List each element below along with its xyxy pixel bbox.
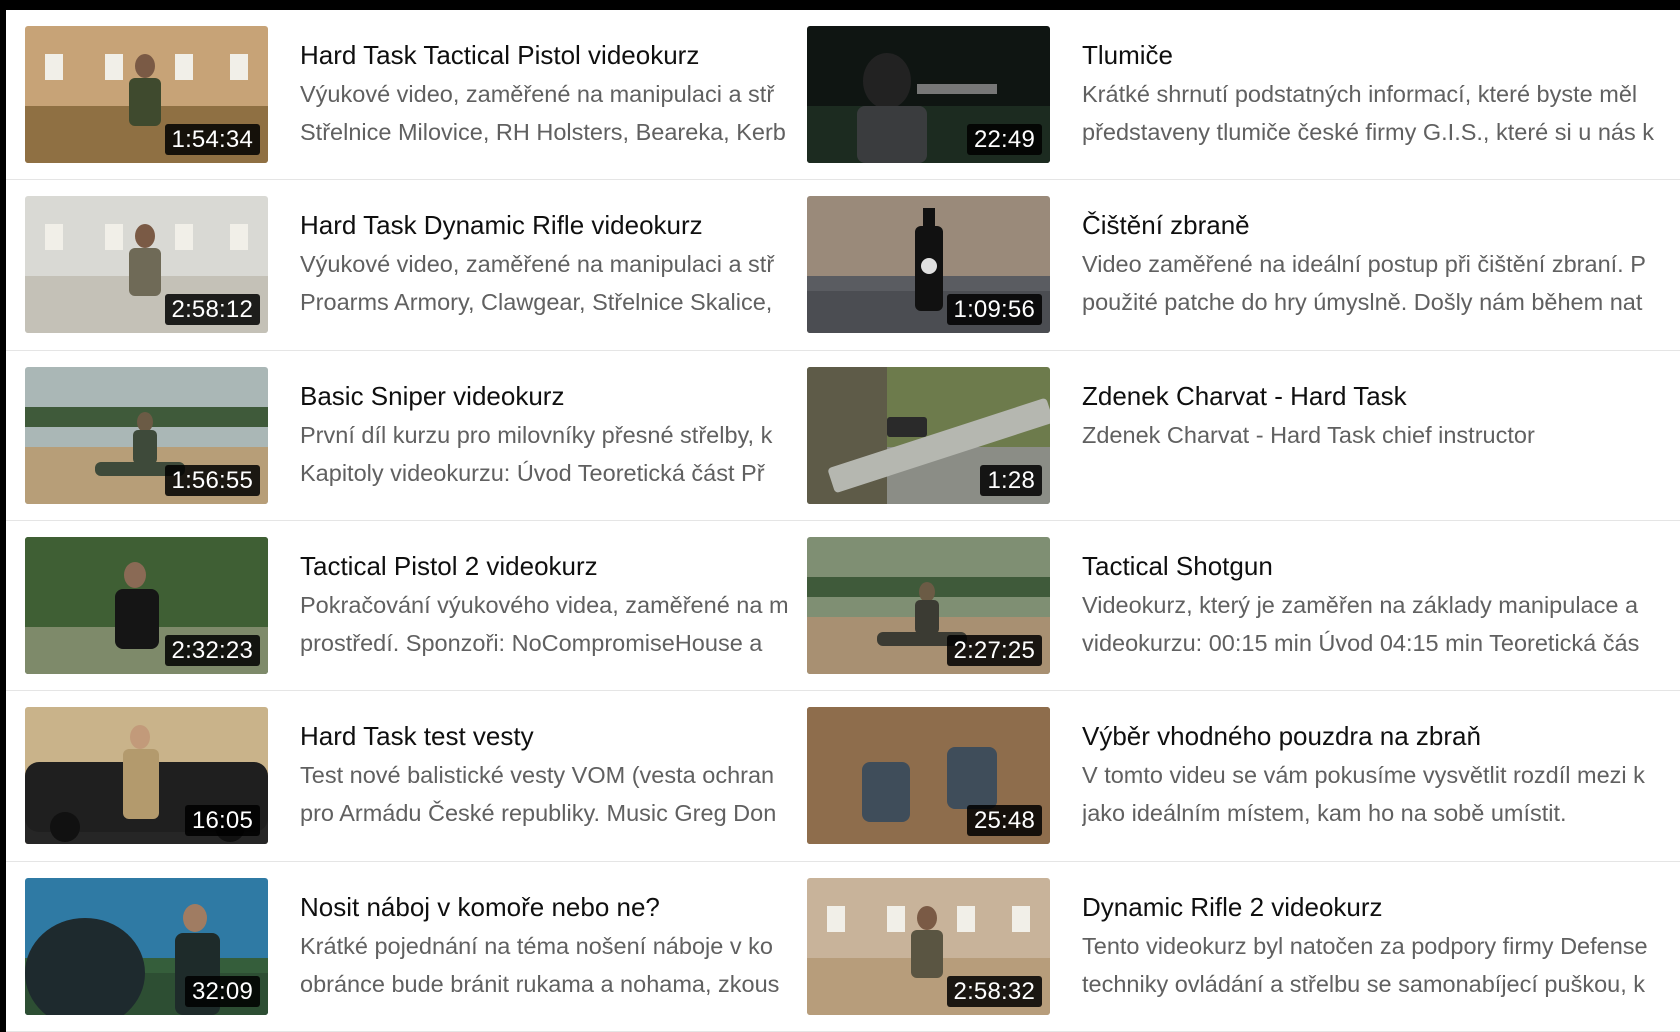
video-item[interactable]: 25:48 Výběr vhodného pouzdra na zbraň V to… [797, 691, 1680, 862]
duration-badge: 2:32:23 [164, 634, 260, 666]
video-description-line-2: obránce bude bránit rukama a nohama, zko… [300, 970, 780, 997]
video-description-line-2: pro Armádu České republiky. Music Greg D… [300, 800, 777, 827]
video-list-page: 1:54:34 Hard Task Tactical Pistol videoku… [6, 10, 1680, 1032]
video-item[interactable]: 22:49 Tlumiče Krátké shrnutí podstatných i… [797, 10, 1680, 181]
video-info: Tactical Shotgun Videokurz, který je zamě… [1082, 549, 1680, 659]
duration-badge: 25:48 [966, 805, 1042, 837]
video-item[interactable]: 2:27:25 Tactical Shotgun Videokurz, který … [797, 521, 1680, 692]
video-thumbnail[interactable]: 1:28 [807, 366, 1050, 504]
duration-badge: 1:09:56 [946, 294, 1042, 326]
duration-badge: 2:27:25 [946, 634, 1042, 666]
video-description-line-1: Krátké shrnutí podstatných informací, kt… [1082, 81, 1638, 107]
video-description-line-2: představeny tlumiče české firmy G.I.S., … [1082, 119, 1655, 145]
video-title[interactable]: Výběr vhodného pouzdra na zbraň [1082, 719, 1680, 753]
video-info: Výběr vhodného pouzdra na zbraň V tomto v… [1082, 719, 1680, 829]
video-info: Čištění zbraně Video zaměřené na ideální … [1082, 208, 1680, 318]
video-thumbnail[interactable]: 1:09:56 [807, 196, 1050, 334]
video-title[interactable]: Nosit náboj v komoře nebo ne? [300, 890, 797, 924]
video-title[interactable]: Hard Task test vesty [300, 719, 797, 753]
video-thumbnail[interactable]: 16:05 [25, 707, 268, 845]
video-description-line-2: Proarms Armory, Clawgear, Střelnice Skal… [300, 289, 773, 316]
video-info: Hard Task test vesty Test nové balistické… [300, 719, 797, 829]
video-info: Basic Sniper videokurz První díl kurzu pr… [300, 379, 797, 489]
video-description-line-2: videokurzu: 00:15 min Úvod 04:15 min Teo… [1082, 629, 1640, 656]
video-thumbnail[interactable]: 32:09 [25, 877, 268, 1015]
video-info: Tactical Pistol 2 videokurz Pokračování v… [300, 549, 797, 659]
video-title[interactable]: Tactical Shotgun [1082, 549, 1680, 583]
video-description-line-1: Výukové video, zaměřené na manipulaci a … [300, 81, 775, 107]
duration-badge: 2:58:12 [164, 294, 260, 326]
video-thumbnail[interactable]: 2:32:23 [25, 536, 268, 674]
video-title[interactable]: Basic Sniper videokurz [300, 379, 797, 413]
video-description-line-2: Střelnice Milovice, RH Holsters, Beareka… [300, 119, 786, 145]
video-info: Dynamic Rifle 2 videokurz Tento videokurz… [1082, 890, 1680, 1000]
video-item[interactable]: 2:58:12 Hard Task Dynamic Rifle videokurz… [6, 180, 797, 351]
video-description-line-1: Videokurz, který je zaměřen na základy m… [1082, 591, 1639, 618]
video-item[interactable]: 1:54:34 Hard Task Tactical Pistol videoku… [6, 10, 797, 181]
video-description-line-1: Krátké pojednání na téma nošení náboje v… [300, 932, 773, 959]
video-item[interactable]: 2:32:23 Tactical Pistol 2 videokurz Pokrač… [6, 521, 797, 692]
video-info: Nosit náboj v komoře nebo ne? Krátké poje… [300, 890, 797, 1000]
video-info: Hard Task Tactical Pistol videokurz Výuko… [300, 38, 797, 148]
duration-badge: 16:05 [184, 805, 260, 837]
video-description-line-2: jako ideálním místem, kam ho na sobě umí… [1082, 800, 1567, 827]
video-item[interactable]: 2:58:32 Dynamic Rifle 2 videokurz Tento vi… [797, 862, 1680, 1032]
video-info: Tlumiče Krátké shrnutí podstatných inform… [1082, 38, 1680, 148]
duration-badge: 1:54:34 [164, 124, 260, 155]
video-item[interactable]: 1:56:55 Basic Sniper videokurz První díl k… [6, 351, 797, 521]
video-title[interactable]: Zdenek Charvat - Hard Task [1082, 379, 1680, 413]
video-thumbnail[interactable]: 2:58:32 [807, 877, 1050, 1015]
video-description-line-1: Pokračování výukového videa, zaměřené na… [300, 591, 789, 618]
video-description-line-1: Tento videokurz byl natočen za podpory f… [1082, 932, 1648, 959]
video-description-line-2: techniky ovládání a střelbu se samonabíj… [1082, 970, 1646, 997]
video-item[interactable]: 1:28 Zdenek Charvat - Hard Task Zdenek Cha… [797, 351, 1680, 521]
video-description-line-2: použité patche do hry úmyslně. Došly nám… [1082, 289, 1643, 316]
duration-badge: 2:58:32 [946, 975, 1042, 1007]
video-description-line-1: Test nové balistické vesty VOM (vesta oc… [300, 762, 775, 789]
video-description-line-2: prostředí. Sponzoři: NoCompromiseHouse a [300, 629, 763, 656]
video-thumbnail[interactable]: 2:58:12 [25, 196, 268, 334]
video-description-line-1: Výukové video, zaměřené na manipulaci a … [300, 251, 775, 278]
video-info: Zdenek Charvat - Hard Task Zdenek Charvat… [1082, 379, 1680, 457]
video-thumbnail[interactable]: 1:56:55 [25, 366, 268, 504]
video-grid: 1:54:34 Hard Task Tactical Pistol videoku… [6, 10, 1680, 1032]
video-description-line-1: První díl kurzu pro milovníky přesné stř… [300, 421, 773, 448]
video-description-line-1: Video zaměřené na ideální postup při čiš… [1082, 251, 1646, 278]
duration-badge: 1:28 [980, 464, 1042, 496]
video-thumbnail[interactable]: 1:54:34 [25, 26, 268, 163]
video-title[interactable]: Čištění zbraně [1082, 208, 1680, 242]
video-item[interactable]: 1:09:56 Čištění zbraně Video zaměřené na i… [797, 180, 1680, 351]
video-thumbnail[interactable]: 22:49 [807, 26, 1050, 163]
video-title[interactable]: Hard Task Tactical Pistol videokurz [300, 38, 797, 72]
video-description-line-1: Zdenek Charvat - Hard Task chief instruc… [1082, 421, 1535, 448]
duration-badge: 32:09 [184, 975, 260, 1007]
video-title[interactable]: Dynamic Rifle 2 videokurz [1082, 890, 1680, 924]
video-info: Hard Task Dynamic Rifle videokurz Výukové… [300, 208, 797, 318]
video-title[interactable]: Tlumiče [1082, 38, 1680, 72]
duration-badge: 22:49 [966, 124, 1042, 155]
video-title[interactable]: Hard Task Dynamic Rifle videokurz [300, 208, 797, 242]
video-thumbnail[interactable]: 2:27:25 [807, 536, 1050, 674]
video-item[interactable]: 16:05 Hard Task test vesty Test nové balis… [6, 691, 797, 862]
video-description-line-2: Kapitoly videokurzu: Úvod Teoretická čás… [300, 459, 765, 486]
video-item[interactable]: 32:09 Nosit náboj v komoře nebo ne? Krátké… [6, 862, 797, 1032]
duration-badge: 1:56:55 [164, 464, 260, 496]
video-title[interactable]: Tactical Pistol 2 videokurz [300, 549, 797, 583]
video-description-line-1: V tomto videu se vám pokusíme vysvětlit … [1082, 762, 1645, 789]
video-thumbnail[interactable]: 25:48 [807, 707, 1050, 845]
